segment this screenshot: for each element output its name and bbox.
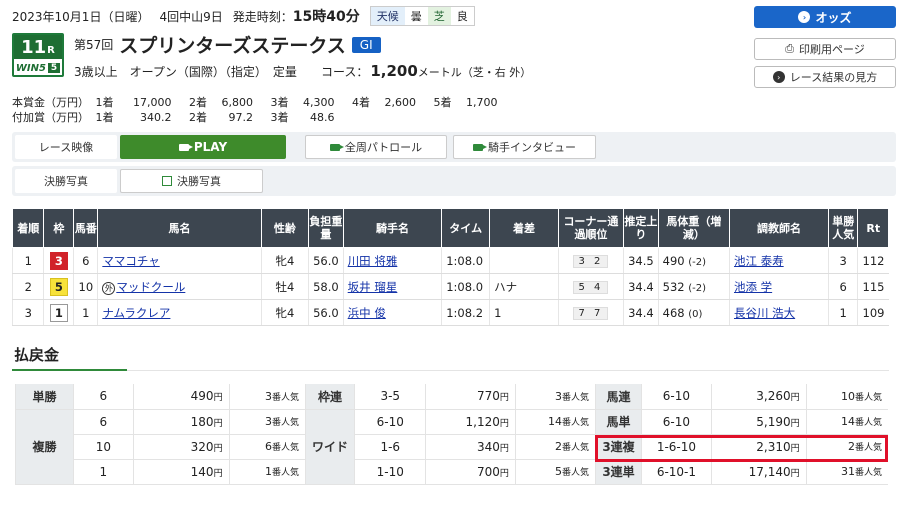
waku-badge: 1 [49, 303, 68, 322]
photo-label: 決勝写真 [15, 169, 117, 193]
weather-value: 曇 [410, 10, 422, 23]
weather-label: 天候 [370, 7, 405, 25]
race-number: 11 [21, 36, 47, 58]
foreign-bred-mark: 外 [102, 281, 116, 295]
chevron-right-icon: › [798, 11, 811, 23]
table-row: 3連単 6-10-1 17,140円 31番人気 [595, 459, 888, 485]
waku-badge: 3 [49, 251, 68, 270]
results-header-row: 着順 枠 馬番 馬名 性齢 負担重量 騎手名 タイム 着差 コーナー通過順位 推… [11, 208, 889, 248]
highlight-box [595, 435, 888, 462]
payout-title: 払戻金 [14, 346, 60, 364]
track-label: 芝 [427, 7, 451, 25]
jockey-link[interactable]: 川田 将雅 [348, 254, 398, 268]
payout-table-tansho-fukusho: 単勝 6 490円 3番人気 複勝 6 180円 3番人気 10 320円 6番… [15, 384, 305, 485]
table-row: 単勝 6 490円 3番人気 [15, 384, 305, 410]
race-date: 2023年10月1日（日曜） [12, 9, 150, 24]
video-camera-icon [473, 143, 487, 151]
race-number-badge: 11 R WIN5 5 [12, 33, 64, 77]
corner-positions: 7 7 [573, 307, 609, 320]
video-label: レース映像 [15, 135, 117, 159]
start-time: 発走時刻：15時40分 [232, 9, 360, 25]
video-camera-icon [329, 143, 344, 151]
table-row: 枠連 3-5 770円 3番人気 [304, 384, 595, 410]
prize-money: 本賞金（万円） 1着 17,000 2着 6,800 3着 4,300 4着 2,600… [12, 96, 498, 124]
finish-photo-button[interactable]: 決勝写真 [120, 169, 263, 193]
result-guide-button[interactable]: › レース結果の見方 [754, 66, 896, 88]
odds-button[interactable]: › オッズ [754, 6, 896, 28]
table-row: ワイド 6-10 1,120円 14番人気 [304, 409, 595, 485]
table-row: 2 5 10 外マッドクール 牡4 58.0 坂井 瑠星 1:08.0 ハナ 5… [11, 273, 889, 300]
horse-link[interactable]: マッドクール [116, 280, 185, 294]
track-value: 良 [456, 10, 468, 23]
win5-logo: WIN5 5 [14, 59, 62, 75]
table-row: 1 3 6 ママコチャ 牝4 56.0 川田 将雅 1:08.0 3 2 34.… [11, 247, 889, 274]
chevron-right-icon: › [772, 71, 785, 83]
table-row: 3 1 1 ナムラクレア 牝4 56.0 浜中 俊 1:08.2 1 7 7 3… [11, 299, 889, 326]
trainer-link[interactable]: 池添 学 [734, 280, 772, 294]
jockey-link[interactable]: 坂井 瑠星 [348, 280, 398, 294]
race-name: スプリンターズステークス [119, 35, 346, 57]
corner-positions: 3 2 [573, 255, 609, 268]
horse-link[interactable]: ママコチャ [102, 254, 159, 268]
weather-track-box: 天候 曇 芝 良 [369, 6, 475, 26]
table-row: 複勝 6 180円 3番人気 [15, 409, 305, 485]
grade-badge: GI [351, 36, 381, 53]
horse-link[interactable]: ナムラクレア [102, 306, 170, 320]
section-underline [12, 369, 127, 371]
table-row: 馬連 6-10 3,260円 10番人気 [595, 384, 888, 410]
waku-badge: 5 [49, 277, 68, 296]
trainer-link[interactable]: 長谷川 浩大 [734, 306, 795, 320]
race-distance: 1,200 [370, 62, 418, 80]
printer-icon: ⎙ [785, 42, 795, 55]
video-camera-icon [178, 143, 193, 151]
jockey-link[interactable]: 浜中 俊 [348, 306, 386, 320]
race-title: 第57回 スプリンターズステークス GI [74, 31, 381, 58]
interview-button[interactable]: 騎手インタビュー [453, 135, 596, 159]
patrol-button[interactable]: 全周パトロール [305, 135, 447, 159]
trainer-link[interactable]: 池江 泰寿 [734, 254, 784, 268]
race-conditions: 3歳以上 オープン（国際）（指定） 定量 コース： 1,200メートル（芝・右 外… [74, 62, 532, 80]
payout-table-wakuren-wide: 枠連 3-5 770円 3番人気 ワイド 6-10 1,120円 14番人気 1… [304, 384, 595, 485]
race-header-line: 2023年10月1日（日曜） 4回中山9日 発走時刻：15時40分 天候 曇 芝… [12, 6, 475, 26]
table-row: 馬単 6-10 5,190円 14番人気 [595, 409, 888, 435]
image-icon [162, 176, 172, 186]
results-table: 着順 枠 馬番 馬名 性齢 負担重量 騎手名 タイム 着差 コーナー通過順位 推… [11, 208, 889, 326]
divider [12, 370, 889, 371]
print-page-button[interactable]: ⎙ 印刷用ページ [754, 38, 896, 60]
corner-positions: 5 4 [573, 281, 609, 294]
race-ordinal: 第57回 [74, 38, 114, 52]
play-button[interactable]: PLAY [120, 135, 286, 159]
race-meeting: 4回中山9日 [159, 9, 223, 24]
